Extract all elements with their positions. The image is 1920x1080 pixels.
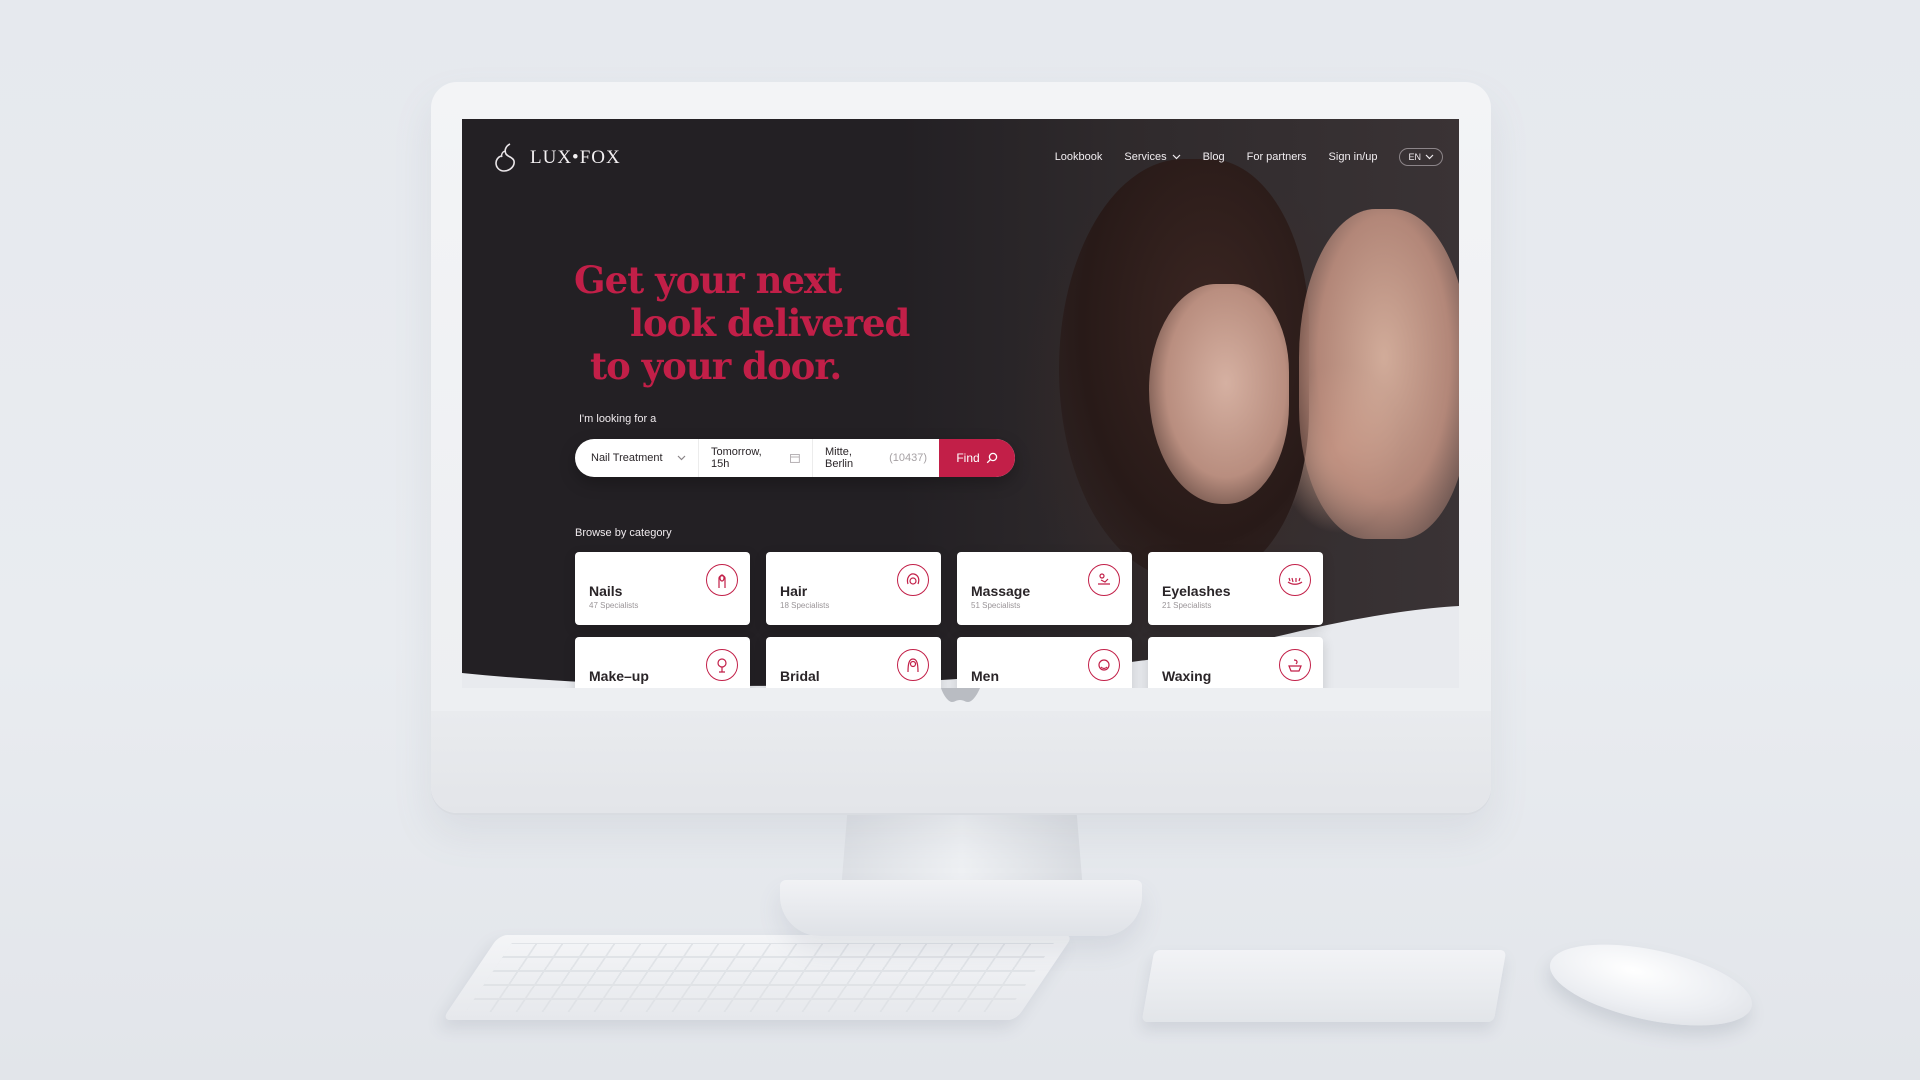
category-grid: Nails 47 Specialists Hair 18 Specialists… <box>575 552 1323 688</box>
zip-code: (10437) <box>889 452 927 464</box>
language-label: EN <box>1408 152 1421 162</box>
search-bar: Nail Treatment Tomorrow, 15h Mitte, Berl… <box>575 439 1015 477</box>
nav-services-label: Services <box>1124 151 1167 163</box>
category-count: 47 Specialists <box>589 601 639 610</box>
hair-icon <box>897 564 929 596</box>
keyboard <box>442 935 1074 1020</box>
search-icon <box>986 452 997 464</box>
brand-name: LUX•FOX <box>530 147 621 168</box>
imac-stand-base <box>780 880 1142 936</box>
category-title: Men <box>971 668 999 684</box>
headline-line-3: to your door. <box>590 344 842 388</box>
category-card-men[interactable]: Men <box>957 637 1132 688</box>
screen: LUX•FOX Lookbook Services Blog For partn… <box>462 119 1459 688</box>
trackpad <box>1141 950 1507 1022</box>
location-value: Mitte, Berlin <box>825 446 854 470</box>
category-card-bridal[interactable]: Bridal <box>766 637 941 688</box>
chevron-down-icon <box>677 455 686 461</box>
date-value: Tomorrow, 15h <box>711 446 762 470</box>
treatment-select[interactable]: Nail Treatment <box>575 439 699 477</box>
nav-lookbook[interactable]: Lookbook <box>1055 151 1103 163</box>
chevron-down-icon <box>1172 154 1181 160</box>
nav-services[interactable]: Services <box>1124 151 1181 163</box>
find-button[interactable]: Find <box>939 439 1015 477</box>
massage-icon <box>1088 564 1120 596</box>
category-title: Massage <box>971 583 1031 599</box>
category-title: Eyelashes <box>1162 583 1231 599</box>
headline-line-2: look delivered <box>630 301 910 345</box>
nav-sign-in[interactable]: Sign in/up <box>1329 151 1378 163</box>
bride-icon <box>897 649 929 681</box>
hero-headline: Get your next look delivered to your doo… <box>574 258 910 388</box>
category-count: 51 Specialists <box>971 601 1021 610</box>
category-card-makeup[interactable]: Make–up <box>575 637 750 688</box>
category-card-nails[interactable]: Nails 47 Specialists <box>575 552 750 625</box>
mouse <box>1542 929 1760 1041</box>
browse-by-category-label: Browse by category <box>575 527 672 539</box>
chevron-down-icon <box>1425 154 1434 160</box>
category-count: 18 Specialists <box>780 601 830 610</box>
looking-for-label: I'm looking for a <box>579 413 657 425</box>
treatment-value: Nail Treatment <box>591 452 663 464</box>
nav-for-partners[interactable]: For partners <box>1247 151 1307 163</box>
top-nav: LUX•FOX Lookbook Services Blog For partn… <box>462 119 1459 199</box>
nav-blog[interactable]: Blog <box>1203 151 1225 163</box>
category-card-massage[interactable]: Massage 51 Specialists <box>957 552 1132 625</box>
headline-line-1: Get your next <box>574 258 842 302</box>
category-count: 21 Specialists <box>1162 601 1212 610</box>
logo[interactable]: LUX•FOX <box>494 141 621 175</box>
category-title: Bridal <box>780 668 820 684</box>
category-card-eyelashes[interactable]: Eyelashes 21 Specialists <box>1148 552 1323 625</box>
imac-chin <box>431 711 1491 813</box>
category-title: Make–up <box>589 668 649 684</box>
fox-swirl-icon <box>495 143 515 172</box>
calendar-icon <box>790 454 800 463</box>
category-title: Waxing <box>1162 668 1212 684</box>
category-title: Hair <box>780 583 808 599</box>
location-input[interactable]: Mitte, Berlin (10437) <box>813 439 939 477</box>
category-card-waxing[interactable]: Waxing <box>1148 637 1323 688</box>
makeup-icon <box>706 649 738 681</box>
find-label: Find <box>956 451 980 465</box>
nail-icon <box>706 564 738 596</box>
category-title: Nails <box>589 583 623 599</box>
men-icon <box>1088 649 1120 681</box>
date-picker[interactable]: Tomorrow, 15h <box>699 439 813 477</box>
category-card-hair[interactable]: Hair 18 Specialists <box>766 552 941 625</box>
nav-links: Lookbook Services Blog For partners Sign… <box>1055 148 1443 166</box>
eyelash-icon <box>1279 564 1311 596</box>
language-selector[interactable]: EN <box>1399 148 1443 166</box>
wax-icon <box>1279 649 1311 681</box>
